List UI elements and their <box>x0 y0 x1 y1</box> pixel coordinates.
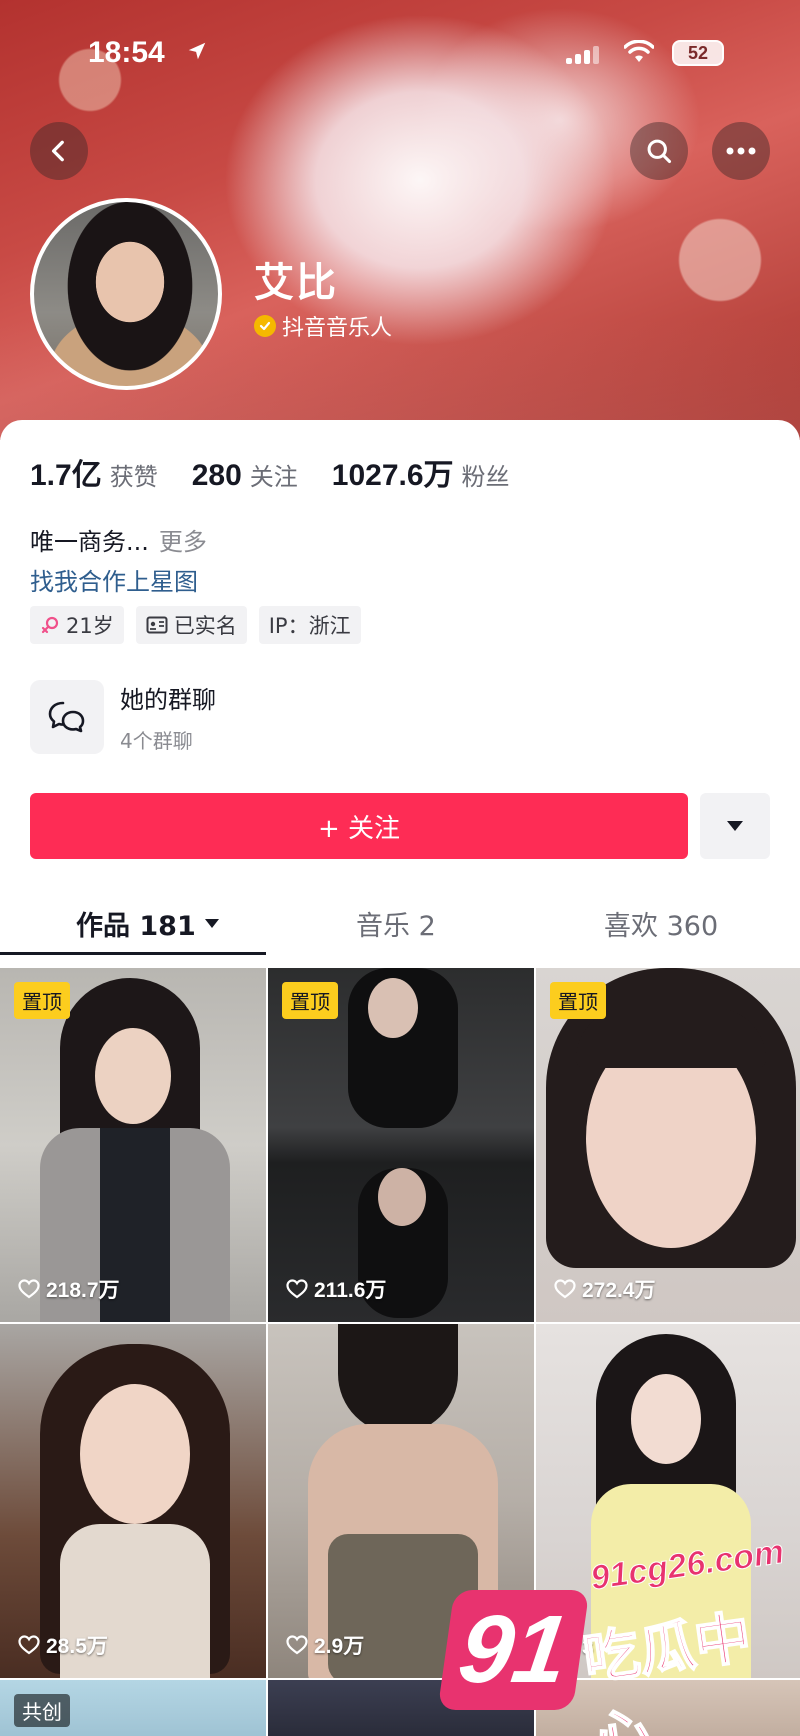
like-count-text: 28.5万 <box>46 1635 108 1658</box>
like-count-text: 272.4万 <box>582 1279 656 1302</box>
video-thumbnail[interactable]: 28.5万 <box>0 1324 266 1678</box>
like-count-text: 211.6万 <box>314 1279 387 1302</box>
stat-following[interactable]: 280 关注 <box>192 457 298 493</box>
like-count-text: 218.7万 <box>46 1279 120 1302</box>
content-tabs: 作品 181 音乐 2 喜欢 360 <box>0 890 800 956</box>
heart-icon <box>18 1635 40 1655</box>
tag-real-name-text: 已实名 <box>173 614 237 638</box>
tag-real-name: 已实名 <box>135 606 247 644</box>
like-count: 218.7万 <box>18 1274 120 1304</box>
search-icon <box>647 139 672 164</box>
more-options-button[interactable] <box>712 122 770 180</box>
stat-number: 1.7亿 <box>30 459 102 492</box>
video-thumbnail[interactable]: 置顶 218.7万 <box>0 968 266 1322</box>
like-count-text: 2.9万 <box>314 1635 365 1658</box>
avatar[interactable] <box>30 198 222 390</box>
watermark-logo: 91 <box>437 1590 590 1710</box>
heart-icon <box>554 1279 576 1299</box>
group-chat-entry[interactable]: 她的群聊 4个群聊 <box>30 680 216 754</box>
id-card-icon <box>146 616 168 634</box>
video-thumbnail[interactable]: 置顶 272.4万 <box>536 968 800 1322</box>
caret-down-icon <box>204 919 219 928</box>
group-chat-title: 她的群聊 <box>120 686 216 714</box>
status-bar: 18:54 52 <box>0 28 800 78</box>
tab-music[interactable]: 音乐 2 <box>356 890 436 956</box>
tab-active-indicator <box>0 952 266 955</box>
stat-number: 280 <box>191 459 242 492</box>
tag-ip-text: IP：浙江 <box>268 614 351 638</box>
stat-followers[interactable]: 1027.6万 粉丝 <box>332 450 510 494</box>
pinned-badge: 置顶 <box>14 982 70 1019</box>
like-count: 272.4万 <box>554 1274 656 1304</box>
watermark-url: 91cg26.com <box>588 1532 787 1598</box>
verified-check-icon <box>254 315 276 337</box>
battery-indicator: 52 <box>672 40 724 66</box>
tag-ip: IP：浙江 <box>258 606 361 644</box>
pinned-badge: 置顶 <box>550 982 606 1019</box>
stat-label: 获赞 <box>109 463 158 491</box>
tab-likes[interactable]: 喜欢 360 <box>604 890 718 956</box>
bio-text: 唯一商务... 更多 <box>30 522 207 557</box>
profile-tags: 21岁 已实名 IP：浙江 <box>30 606 361 644</box>
heart-icon <box>18 1279 40 1299</box>
ellipsis-icon <box>726 147 756 155</box>
bio-content: 唯一商务... <box>30 528 149 556</box>
tag-age-text: 21岁 <box>66 614 114 638</box>
video-thumbnail[interactable]: 共创 <box>0 1680 266 1736</box>
caret-down-icon <box>727 821 743 831</box>
search-button[interactable] <box>630 122 688 180</box>
tab-music-label: 音乐 2 <box>356 910 436 942</box>
pinned-badge: 置顶 <box>282 982 338 1019</box>
tag-age: 21岁 <box>30 606 124 644</box>
group-chat-text: 她的群聊 4个群聊 <box>120 680 216 754</box>
like-count: 28.5万 <box>18 1630 108 1660</box>
bio-more-link[interactable]: 更多 <box>159 528 207 556</box>
xingtu-link[interactable]: 找我合作上星图 <box>30 562 198 597</box>
stat-label: 粉丝 <box>461 463 510 491</box>
chat-bubbles-icon <box>30 680 104 754</box>
video-thumbnail[interactable]: 置顶 211.6万 <box>268 968 534 1322</box>
status-time: 18:54 <box>88 36 165 69</box>
verified-badge: 抖音音乐人 <box>254 310 392 342</box>
female-icon <box>41 616 59 634</box>
like-count: 2.9万 <box>286 1630 364 1660</box>
site-watermark: 91 91cg26.com 吃瓜中心 <box>437 1530 800 1736</box>
recommend-dropdown-button[interactable] <box>700 793 770 859</box>
wifi-icon <box>624 40 654 62</box>
stat-number: 1027.6万 <box>331 459 454 492</box>
back-button[interactable] <box>30 122 88 180</box>
stats-row: 1.7亿 获赞 280 关注 1027.6万 粉丝 <box>30 450 510 494</box>
co-creation-badge: 共创 <box>14 1694 70 1727</box>
location-arrow-icon <box>188 42 206 60</box>
tab-likes-label: 喜欢 360 <box>604 910 719 942</box>
cellular-signal-icon <box>566 46 600 64</box>
verified-label: 抖音音乐人 <box>282 316 393 341</box>
follow-button[interactable]: + 关注 <box>30 793 688 859</box>
tab-works[interactable]: 作品 181 <box>76 890 220 956</box>
chevron-left-icon <box>51 140 64 162</box>
heart-icon <box>286 1635 308 1655</box>
stat-likes[interactable]: 1.7亿 获赞 <box>30 450 158 494</box>
heart-icon <box>286 1279 308 1299</box>
watermark-text: 吃瓜中心 <box>579 1604 756 1736</box>
like-count: 211.6万 <box>286 1274 386 1304</box>
group-chat-count: 4个群聊 <box>120 729 193 753</box>
profile-name: 艾比 <box>254 260 338 306</box>
stat-label: 关注 <box>249 463 298 491</box>
tab-works-label: 作品 181 <box>76 910 196 942</box>
